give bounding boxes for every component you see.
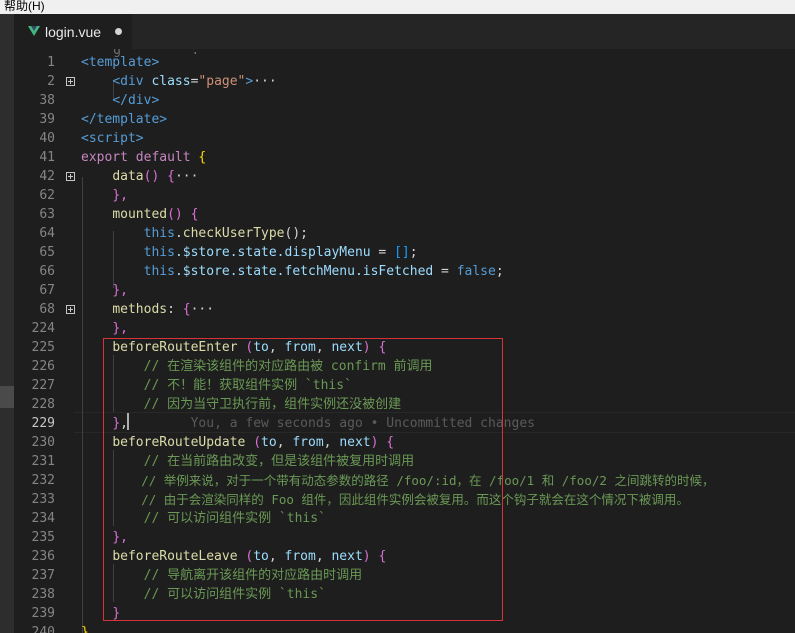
menu-bar: 帮助(H) <box>0 0 795 14</box>
line-number: 42 <box>39 169 55 184</box>
code-line[interactable]: 62 }, <box>14 186 795 205</box>
line-number: 1 <box>47 55 55 70</box>
attr: class <box>143 74 191 89</box>
expand-fold-icon[interactable] <box>66 172 75 181</box>
code-line[interactable]: 65 this.$store.state.displayMenu = []; <box>14 243 795 262</box>
paren: () <box>167 207 183 222</box>
line-number: 232 <box>31 473 55 488</box>
line-number: 226 <box>31 359 55 374</box>
line-number: 225 <box>31 340 55 355</box>
line-number: 229 <box>31 416 55 431</box>
line-number: 237 <box>31 568 55 583</box>
code-line[interactable]: 64 this.checkUserType(); <box>14 224 795 243</box>
code-line[interactable]: 63 mounted() { <box>14 205 795 224</box>
brace: { <box>182 207 199 222</box>
punct: : <box>167 302 183 317</box>
line-number: 63 <box>39 207 55 222</box>
menu-help[interactable]: 帮助(H) <box>4 0 45 12</box>
this-keyword: this <box>143 264 175 279</box>
fold-ellipsis: ··· <box>253 74 277 89</box>
code-line[interactable]: 66 this.$store.state.fetchMenu.isFetched… <box>14 262 795 281</box>
operator: = <box>370 245 395 260</box>
code-line[interactable]: 40 <script> <box>14 129 795 148</box>
boolean: false <box>456 264 496 279</box>
this-keyword: this <box>143 245 175 260</box>
brace: }, <box>112 321 128 336</box>
line-number: 41 <box>39 150 55 165</box>
punct: . <box>174 226 183 241</box>
line-number: 39 <box>39 112 55 127</box>
line-number: 231 <box>31 454 55 469</box>
line-number: 38 <box>39 93 55 108</box>
keyword: export <box>81 150 128 165</box>
code-line[interactable]: 39 </template> <box>14 110 795 129</box>
code-line[interactable]: 67 }, <box>14 281 795 300</box>
fold-ellipsis: ··· <box>174 169 199 184</box>
vue-icon <box>28 26 40 36</box>
property: .$store.state.fetchMenu.isFetched <box>174 264 434 279</box>
this-keyword: this <box>143 226 175 241</box>
line-number: 228 <box>31 397 55 412</box>
property: methods <box>112 302 168 317</box>
brace: }, <box>112 283 128 298</box>
punct: ; <box>495 264 504 279</box>
code-line[interactable]: 42 data() {··· <box>14 167 795 186</box>
tag: </template> <box>81 112 168 127</box>
line-number: 239 <box>31 606 55 621</box>
expand-fold-icon[interactable] <box>66 77 75 86</box>
code-line[interactable]: 68 methods: {··· <box>14 300 795 319</box>
brace: { <box>182 302 191 317</box>
line-number: 230 <box>31 435 55 450</box>
expand-fold-icon[interactable] <box>66 305 75 314</box>
code-line[interactable]: 38 </div> <box>14 91 795 110</box>
line-number: 68 <box>39 302 55 317</box>
bracket: [] <box>394 245 410 260</box>
line-number: 240 <box>31 625 55 633</box>
string: "page" <box>198 74 246 89</box>
code-line[interactable]: 2 <div class="page">··· <box>14 72 795 91</box>
line-number: 64 <box>39 226 55 241</box>
tag: <template> <box>81 55 160 70</box>
fold-ellipsis: ··· <box>190 302 215 317</box>
punct: (); <box>284 226 308 241</box>
code-line[interactable]: 41 export default { <box>14 148 795 167</box>
brace: { <box>190 150 207 165</box>
line-number: 224 <box>31 321 55 336</box>
highlight-annotation-box <box>103 338 503 621</box>
code-line[interactable]: 224 }, <box>14 319 795 338</box>
line-number: 238 <box>31 587 55 602</box>
method: data <box>112 169 144 184</box>
code-line[interactable]: 240 } <box>14 623 795 633</box>
brace: }, <box>112 188 128 203</box>
punct: ; <box>409 245 418 260</box>
operator: = <box>433 264 457 279</box>
line-number: 62 <box>39 188 55 203</box>
activity-indicator <box>0 386 14 408</box>
line-number: 65 <box>39 245 55 260</box>
line-number: 234 <box>31 511 55 526</box>
unsaved-dot-icon[interactable] <box>115 28 122 35</box>
line-number: 2 <box>47 74 55 89</box>
code-line[interactable]: 1 <template> <box>14 53 795 72</box>
activity-strip <box>0 14 14 633</box>
tab-label: login.vue <box>45 24 102 40</box>
line-number: 40 <box>39 131 55 146</box>
brace: } <box>81 625 89 633</box>
tag: <script> <box>81 131 144 146</box>
line-number: 66 <box>39 264 55 279</box>
paren: () <box>143 169 160 184</box>
property: .$store.state.displayMenu <box>174 245 371 260</box>
method: checkUserType <box>182 226 285 241</box>
keyword: default <box>127 150 191 165</box>
tag: </div> <box>112 93 160 108</box>
code-editor[interactable]: g . 1 <template> 2 <div class="page">···… <box>14 49 795 633</box>
line-number: 67 <box>39 283 55 298</box>
line-number: 227 <box>31 378 55 393</box>
tag: <div <box>112 74 144 89</box>
method: mounted <box>112 207 168 222</box>
line-number: 233 <box>31 492 55 507</box>
line-number: 235 <box>31 530 55 545</box>
line-number: 236 <box>31 549 55 564</box>
brace: { <box>159 169 175 184</box>
